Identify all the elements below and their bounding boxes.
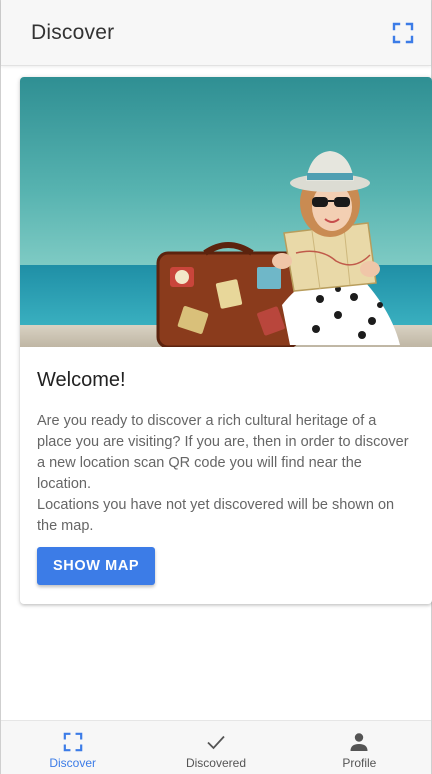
bottom-navigation: Discover Discovered Profile	[1, 720, 431, 774]
qr-scan-icon	[63, 732, 82, 752]
nav-label-profile: Profile	[342, 756, 377, 770]
qr-scan-icon	[392, 22, 414, 43]
card-hint: Locations you have not yet discovered wi…	[37, 497, 395, 534]
nav-item-discover[interactable]: Discover	[1, 721, 144, 774]
nav-item-profile[interactable]: Profile	[288, 721, 431, 774]
page-title: Discover	[31, 20, 115, 44]
person-icon	[350, 733, 368, 751]
welcome-card: Welcome! Are you ready to discover a ric…	[20, 77, 432, 604]
app-frame: Discover Welcome! Are you ready to disco…	[0, 0, 432, 774]
scan-qr-button[interactable]	[389, 19, 417, 47]
show-map-button[interactable]: SHOW MAP	[37, 547, 156, 585]
nav-item-discovered[interactable]: Discovered	[144, 721, 287, 774]
card-body: Welcome! Are you ready to discover a ric…	[20, 347, 432, 585]
hero-photo-girl-suitcase-map	[20, 77, 432, 347]
nav-label-discover: Discover	[49, 756, 96, 770]
check-icon	[207, 735, 225, 750]
hero-image	[20, 77, 432, 347]
card-title: Welcome!	[37, 369, 126, 391]
card-description: Are you ready to discover a rich cultura…	[37, 413, 409, 492]
nav-label-discovered: Discovered	[185, 756, 246, 770]
top-app-bar: Discover	[1, 0, 431, 66]
